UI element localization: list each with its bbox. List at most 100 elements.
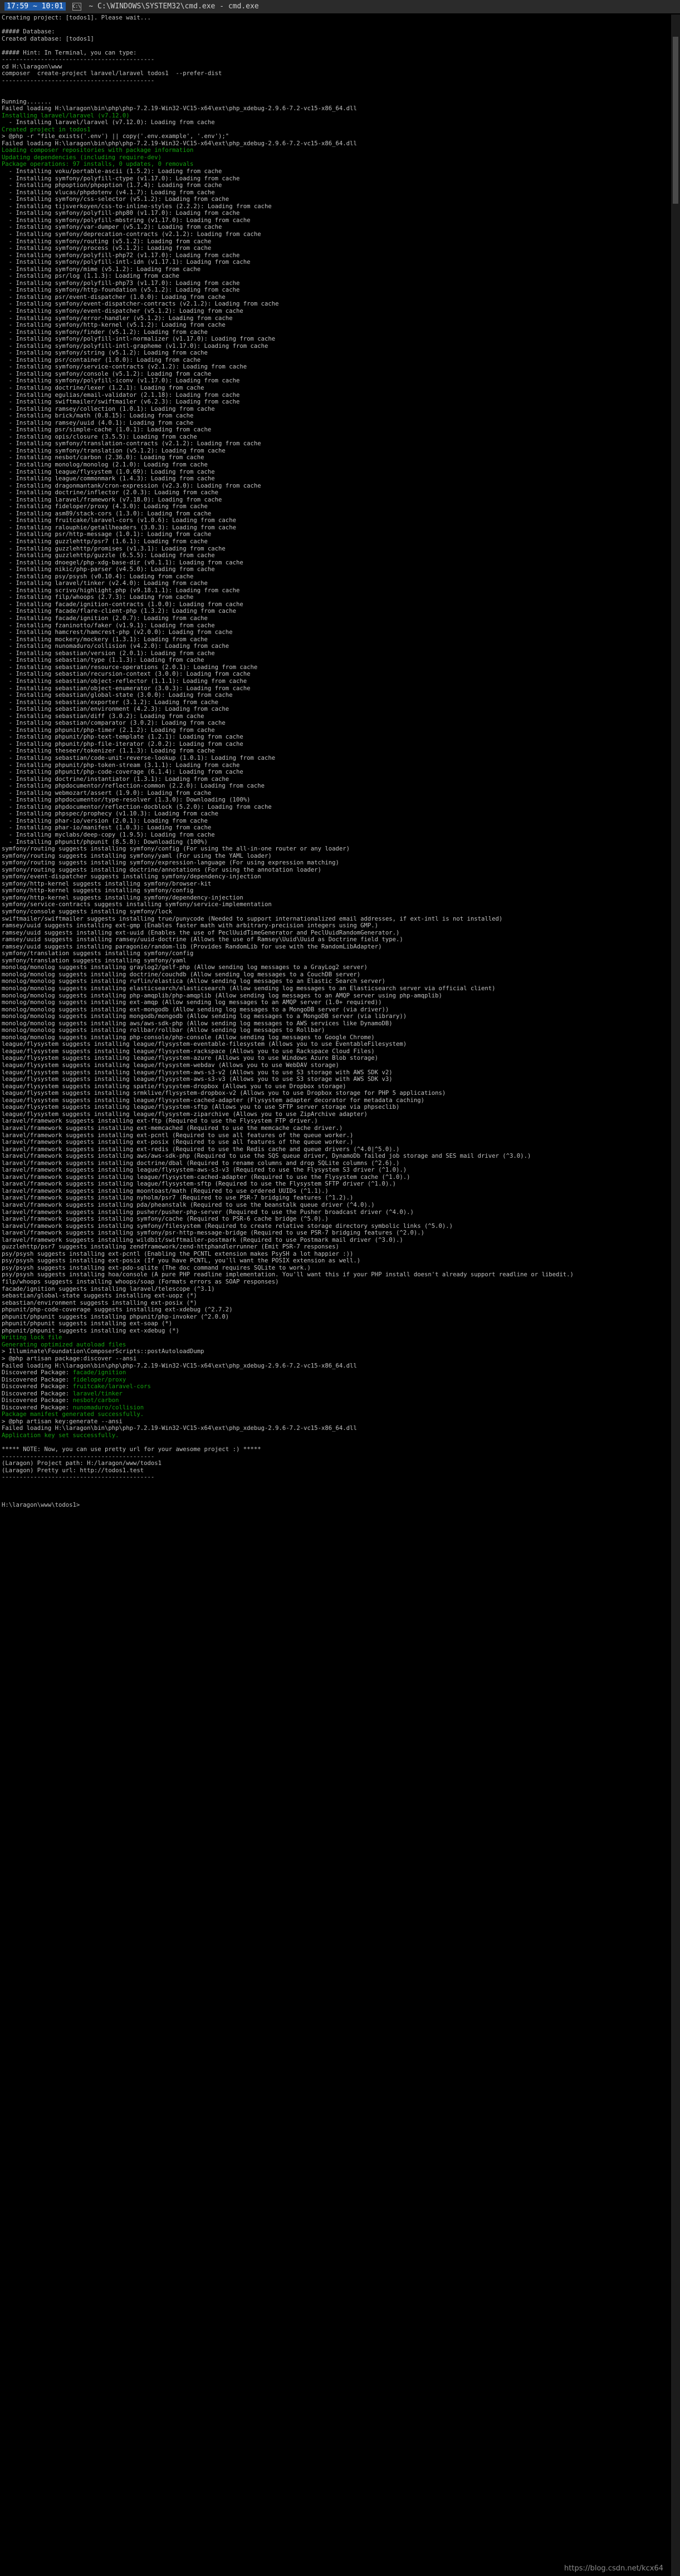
console-line: - Installing symfony/error-handler (v5.1… [2,314,233,322]
console-line: sebastian/environment suggests installin… [2,1299,197,1306]
console-line: - Installing fideloper/proxy (4.3.0): Lo… [2,503,208,510]
console-line: - Installing facade/ignition (2.0.7): Lo… [2,615,208,622]
console-line: - Installing ramsey/uuid (4.0.1): Loadin… [2,419,194,426]
console-line: - Installing sebastian/object-reflector … [2,677,247,685]
console-line: - Installing symfony/translation (v5.1.2… [2,447,226,454]
console-line: - Installing symfony/var-dumper (v5.1.2)… [2,224,222,231]
console-line: - Installing phpunit/php-code-coverage (… [2,769,243,776]
console-line: > @php -r "file_exists('.env') || copy('… [2,133,229,140]
console-line: - Installing sebastian/environment (4.2.… [2,706,229,713]
console-line: laravel/framework suggests installing sy… [2,1222,453,1230]
console-line: - Installing guzzlehttp/psr7 (1.6.1): Lo… [2,538,208,545]
console-line: - Installing opis/closure (3.5.5): Loadi… [2,433,197,440]
console-line: ##### Database: [2,28,55,36]
console-line: - Installing ralouphie/getallheaders (3.… [2,524,236,531]
console-line: - Installing monolog/monolog (2.1.0): Lo… [2,461,208,468]
console-line: - Installing symfony/service-contracts (… [2,363,247,371]
vertical-scrollbar[interactable] [671,14,680,2576]
console-line: - Installing phpoption/phpoption (1.7.4)… [2,182,222,189]
console-output[interactable]: Creating project: [todos1]. Please wait.… [0,14,671,2576]
console-line: - Installing nunomaduro/collision (v4.2.… [2,643,229,650]
console-line: - Installing symfony/event-dispatcher-co… [2,301,279,308]
console-line: - Installing doctrine/instantiator (1.3.… [2,775,229,783]
console-line: phpunit/php-code-coverage suggests insta… [2,1306,233,1314]
console-line: - Installing dragonmantank/cron-expressi… [2,482,261,489]
console-line: - Installing doctrine/lexer (1.2.1): Loa… [2,384,204,391]
console-line: - Installing facade/flare-client-php (1.… [2,608,236,615]
console-line: Discovered Package: nunomaduro/collision [2,1404,144,1411]
console-line: ***** NOTE: Now, you can use pretty url … [2,1446,261,1453]
console-line: symfony/translation suggests installing … [2,957,187,964]
console-line: Package operations: 97 installs, 0 updat… [2,161,194,168]
console-line: psy/psysh suggests installing hoa/consol… [2,1271,574,1279]
console-line: - Installing symfony/css-selector (v5.1.… [2,196,229,203]
console-line: swiftmailer/swiftmailer suggests install… [2,915,503,922]
console-line: - Installing sebastian/diff (3.0.2): Loa… [2,712,204,720]
cmd-icon: C:\ [72,2,81,11]
console-line: - Installing psy/psysh (v0.10.4): Loadin… [2,573,194,580]
console-line: - Installing laravel/laravel (v7.12.0): … [2,119,215,126]
console-line: cd H:\laragon\www [2,63,62,70]
console-line: - Installing hamcrest/hamcrest-php (v2.0… [2,629,233,636]
console-line: psy/psysh suggests installing ext-pcntl … [2,1250,354,1257]
console-line: symfony/routing suggests installing symf… [2,859,339,867]
console-line: monolog/monolog suggests installing doct… [2,971,361,978]
console-line: - Installing symfony/polyfill-intl-idn (… [2,259,251,266]
console-line: monolog/monolog suggests installing mong… [2,1013,407,1020]
console-line: Failed loading H:\laragon\bin\php\php-7.… [2,1362,357,1369]
console-line: monolog/monolog suggests installing aws/… [2,1020,393,1027]
console-line: - Installing dnoegel/php-xdg-base-dir (v… [2,559,243,566]
console-line: symfony/http-kernel suggests installing … [2,887,194,894]
console-line: laravel/framework suggests installing ex… [2,1146,400,1153]
console-line: - Installing psr/http-message (1.0.1): L… [2,531,212,538]
console-line: - Installing psr/container (1.0.0): Load… [2,356,201,363]
console-line: - Installing facade/ignition-contracts (… [2,601,243,608]
console-line: - Installing asm89/stack-cors (1.3.0): L… [2,510,212,517]
console-line: league/flysystem suggests installing lea… [2,1104,400,1111]
console-line: monolog/monolog suggests installing roll… [2,1027,325,1034]
console-line: laravel/framework suggests installing sy… [2,1216,329,1223]
console-line: - Installing sebastian/version (2.0.1): … [2,650,215,657]
console-line: - Installing symfony/http-foundation (v5… [2,287,240,294]
console-line: monolog/monolog suggests installing gray… [2,964,368,971]
console-line: psy/psysh suggests installing ext-pdo-sq… [2,1264,311,1271]
console-line: > Illuminate\Foundation\ComposerScripts:… [2,1348,204,1355]
console-line: psy/psysh suggests installing ext-posix … [2,1257,361,1265]
console-line: - Installing symfony/polyfill-php73 (v1.… [2,279,240,287]
console-line: phpunit/phpunit suggests installing ext-… [2,1327,179,1334]
console-line: Discovered Package: laravel/tinker [2,1390,123,1397]
title-time: 17:59 ~ 10:01 [4,2,66,11]
console-line: Package manifest generated successfully. [2,1411,144,1418]
console-line: - Installing fruitcake/laravel-cors (v1.… [2,517,236,524]
console-line: - Installing phpdocumentor/reflection-do… [2,803,272,810]
console-line: - Installing league/flysystem (1.0.69): … [2,468,215,475]
console-line: laravel/framework suggests installing ny… [2,1194,354,1202]
console-line: - Installing sebastian/global-state (3.0… [2,692,233,699]
console-line: - Installing symfony/event-dispatcher (v… [2,307,243,314]
console-line: - Installing sebastian/object-enumerator… [2,685,251,692]
console-line: - Installing sebastian/exporter (3.1.2):… [2,699,219,706]
scrollbar-thumb[interactable] [673,37,678,204]
console-line: Loading composer repositories with packa… [2,147,194,154]
console-line: Installing laravel/laravel (v7.12.0) [2,112,130,119]
console-line: Generating optimized autoload files [2,1341,126,1348]
console-line: laravel/framework suggests installing pd… [2,1201,375,1208]
console-line: > @php artisan package:discover --ansi [2,1355,137,1362]
console-line: - Installing vlucas/phpdotenv (v4.1.7): … [2,189,215,196]
console-line: - Installing symfony/routing (v5.1.2): L… [2,238,212,245]
console-line: - Installing phpunit/phpunit (8.5.8): Do… [2,838,208,845]
console-line: - Installing symfony/polyfill-intl-norma… [2,336,276,343]
console-line: composer create-project laravel/laravel … [2,70,222,77]
console-line: filp/whoops suggests installing whoops/s… [2,1278,279,1285]
console-line: laravel/framework suggests installing le… [2,1173,410,1181]
console-line: symfony/http-kernel suggests installing … [2,880,212,887]
console-line: ramsey/uuid suggests installing paragoni… [2,943,382,950]
console-line: - Installing phpspec/prophecy (v1.10.3):… [2,810,219,818]
console-line: - Installing phpunit/php-timer (2.1.2): … [2,726,215,734]
console-line: Updating dependencies (including require… [2,154,162,161]
